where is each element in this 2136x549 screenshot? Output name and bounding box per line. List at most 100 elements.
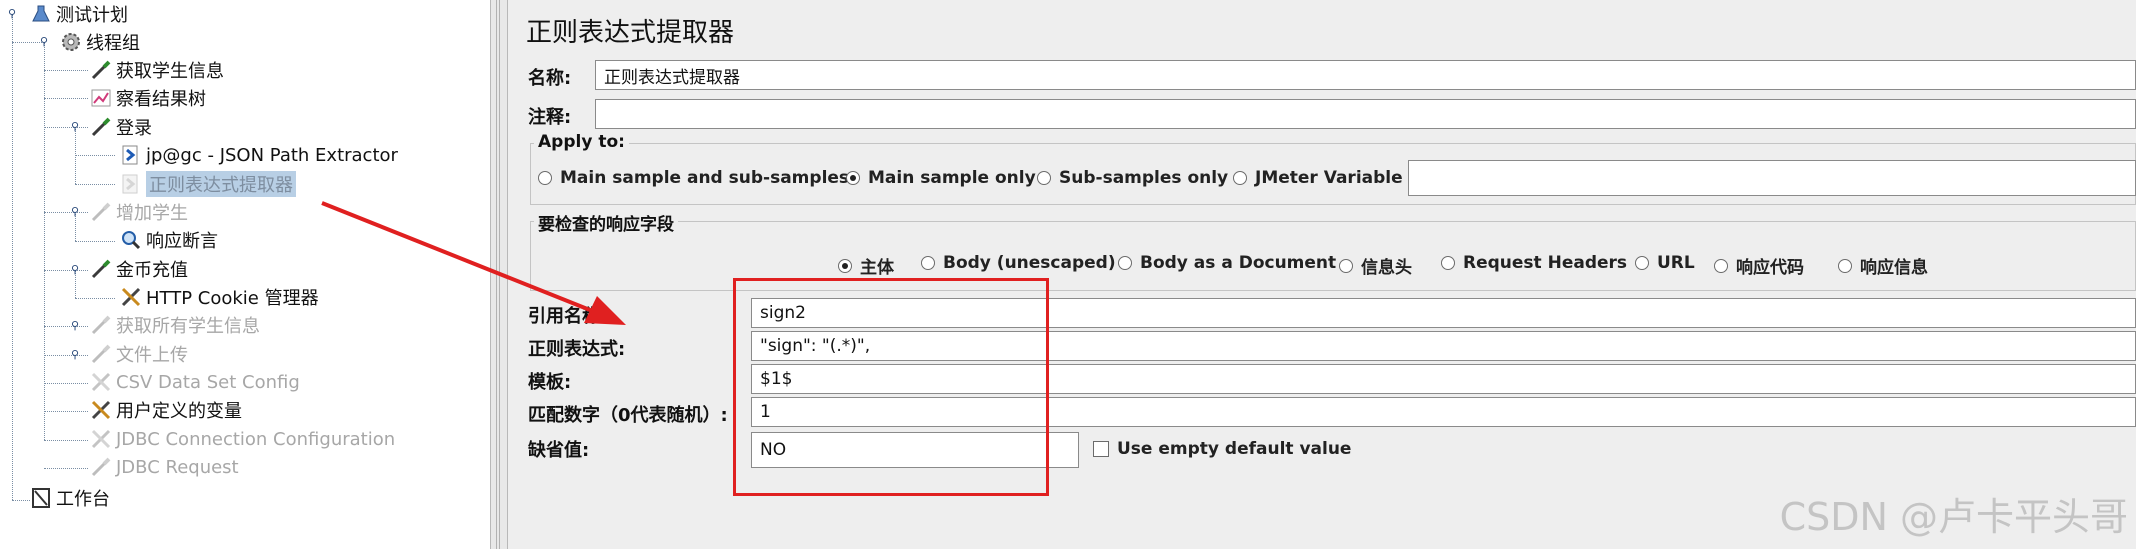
tree-item-config[interactable]: 用户定义的变量 [90,397,242,423]
tree-item-label: 增加学生 [116,203,188,224]
tree-item-label: jp@gc - JSON Path Extractor [146,144,398,166]
radio-label: Main sample only [868,168,1036,188]
radio-label: Main sample and sub-samples [560,168,850,188]
tree-item-config[interactable]: JDBC Connection Configuration [90,426,395,452]
tools-icon [90,428,112,450]
tree-item-label: HTTP Cookie 管理器 [146,288,319,309]
pipette-icon [90,116,112,138]
extractor-panel: 正则表达式提取器 名称: 正则表达式提取器 注释: Apply to: Main… [508,0,2136,549]
radio-label: Body as a Document [1140,253,1337,273]
tree-item-test-plan[interactable]: 测试计划 [30,1,128,27]
comment-label: 注释: [528,107,572,128]
tree-item-sampler[interactable]: 获取学生信息 [90,57,224,83]
tree-item-extractor[interactable]: jp@gc - JSON Path Extractor [120,142,398,168]
pipette-icon [90,456,112,478]
radio-label: 响应代码 [1736,258,1804,278]
template-label: 模板: [528,372,572,393]
tree-item-label: 用户定义的变量 [116,401,242,422]
tree-item-label: 测试计划 [56,5,128,26]
field-url-radio[interactable]: URL [1635,253,1695,273]
expand-handle[interactable]: ⚲ [70,206,80,217]
radio-label: 响应信息 [1860,258,1928,278]
radio-dot [921,256,935,270]
radio-dot [1339,258,1353,273]
match-number-field[interactable]: 1 [751,397,2136,427]
expand-handle[interactable]: ⚲ [70,320,80,331]
pipette-icon [90,59,112,81]
checkbox-box [1093,441,1109,457]
tree-item-label: 获取学生信息 [116,61,224,82]
field-request-headers-radio[interactable]: Request Headers [1441,253,1627,273]
flask-icon [30,3,52,25]
graph-icon [90,87,112,109]
checkbox-label: Use empty default value [1117,439,1352,459]
radio-label: Sub-samples only [1059,168,1229,188]
apply-main-and-sub-radio[interactable]: Main sample and sub-samples [538,168,849,188]
default-value-field[interactable]: NO [751,432,1079,468]
tree-item-sampler[interactable]: 增加学生 [90,199,188,225]
apply-main-only-radio[interactable]: Main sample only [846,168,1036,188]
tree-item-label: 工作台 [56,489,110,510]
test-plan-tree: ⚲ ⚲ ⚲ ⚲ ⚲ ⚲ ⚲ 测试计划 线程组 获取学生信息 察看结果树 登录 j… [0,0,490,549]
name-field[interactable]: 正则表达式提取器 [595,60,2136,90]
expand-handle[interactable]: ⚲ [70,121,80,132]
default-value-label: 缺省值: [528,440,590,461]
reference-name-field[interactable]: sign2 [751,298,2136,328]
tree-item-config[interactable]: CSV Data Set Config [90,369,300,395]
name-label: 名称: [528,68,572,89]
radio-dot [1441,256,1455,270]
apply-jmeter-variable-radio[interactable]: JMeter Variable [1233,168,1403,188]
field-headers-radio[interactable]: 信息头 [1339,253,1412,278]
pipette-icon [90,201,112,223]
expand-handle[interactable]: ⚲ [7,8,17,19]
tree-item-extractor-selected[interactable]: 正则表达式提取器 [120,171,296,197]
comment-field[interactable] [595,99,2136,129]
response-field-title: 要检查的响应字段 [534,210,678,235]
tree-item-listener[interactable]: 察看结果树 [90,85,206,111]
tree-item-sampler[interactable]: 获取所有学生信息 [90,312,260,338]
pipette-icon [90,258,112,280]
tree-item-label: 察看结果树 [116,89,206,110]
radio-label: 主体 [860,258,894,278]
radio-label: 信息头 [1361,258,1412,278]
watermark: CSDN @卢卡平头哥 [1779,495,2128,539]
field-body-as-document-radio[interactable]: Body as a Document [1118,253,1336,273]
field-response-message-radio[interactable]: 响应信息 [1838,253,1928,278]
expand-handle[interactable]: ⚲ [70,264,80,275]
pane-splitter[interactable] [490,0,508,549]
template-field[interactable]: $1$ [751,364,2136,394]
expand-handle[interactable]: ⚲ [39,36,49,47]
tree-item-label: JDBC Request [116,456,239,478]
tree-item-label: 正则表达式提取器 [146,171,296,197]
jmeter-variable-field[interactable] [1408,160,2136,196]
tools-icon [90,399,112,421]
tree-item-label: CSV Data Set Config [116,371,300,393]
field-response-code-radio[interactable]: 响应代码 [1714,253,1804,278]
tree-item-assertion[interactable]: 响应断言 [120,227,218,253]
tree-item-sampler[interactable]: JDBC Request [90,454,239,480]
pipette-icon [90,314,112,336]
pipette-icon [90,343,112,365]
radio-dot [1635,256,1649,270]
field-body-unescaped-radio[interactable]: Body (unescaped) [921,253,1116,273]
doc-arrow-icon [120,173,142,195]
tree-item-sampler[interactable]: 金币充值 [90,256,188,282]
regex-label: 正则表达式: [528,339,626,360]
tree-item-config[interactable]: HTTP Cookie 管理器 [120,284,319,310]
tree-item-label: 线程组 [86,33,140,54]
regex-field[interactable]: "sign": "(.*)", [751,331,2136,361]
tree-item-sampler[interactable]: 登录 [90,114,152,140]
expand-handle[interactable]: ⚲ [70,349,80,360]
tree-item-workbench[interactable]: 工作台 [30,485,110,511]
radio-label: Body (unescaped) [943,253,1116,273]
tree-item-sampler[interactable]: 文件上传 [90,341,188,367]
field-body-radio[interactable]: 主体 [838,253,894,278]
apply-to-title: Apply to: [534,132,629,152]
radio-dot [1037,171,1051,185]
radio-dot [1233,171,1247,185]
radio-dot [1838,258,1852,273]
apply-sub-only-radio[interactable]: Sub-samples only [1037,168,1228,188]
tree-item-thread-group[interactable]: 线程组 [60,29,140,55]
use-empty-default-checkbox[interactable]: Use empty default value [1093,439,1351,459]
radio-label: Request Headers [1463,253,1628,273]
